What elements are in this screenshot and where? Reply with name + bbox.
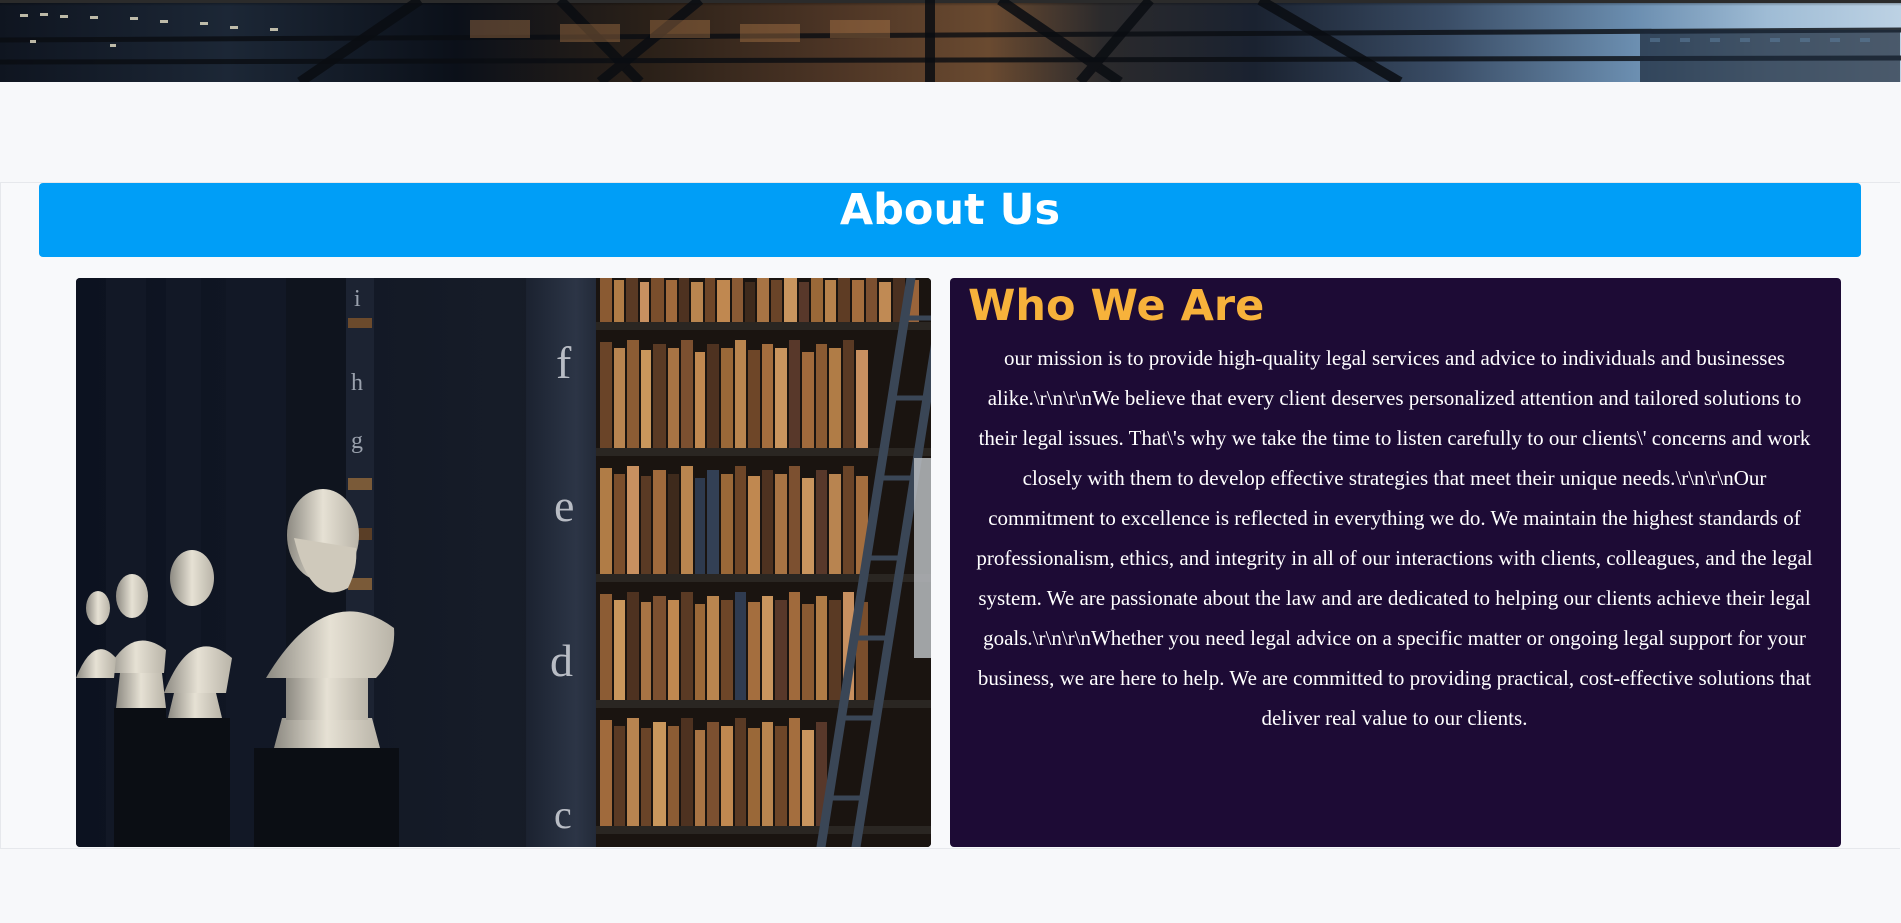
hero-skyline-art xyxy=(0,0,1901,82)
svg-text:e: e xyxy=(554,480,574,531)
svg-text:c: c xyxy=(554,792,572,837)
library-illustration: i h g f e d c xyxy=(76,278,931,847)
about-title: About Us xyxy=(839,185,1061,235)
svg-text:g: g xyxy=(351,428,363,454)
library-busts-image: i h g f e d c xyxy=(76,278,931,847)
who-we-are-heading: Who We Are xyxy=(968,281,1265,331)
svg-text:f: f xyxy=(556,337,572,388)
who-we-are-card: Who We Are our mission is to provide hig… xyxy=(950,278,1841,847)
about-title-bar: About Us xyxy=(39,183,1861,257)
who-we-are-body: our mission is to provide high-quality l… xyxy=(976,346,1813,730)
svg-text:d: d xyxy=(550,635,573,686)
hero-banner-image xyxy=(0,0,1901,82)
svg-text:i: i xyxy=(354,286,361,312)
svg-text:h: h xyxy=(351,370,363,396)
